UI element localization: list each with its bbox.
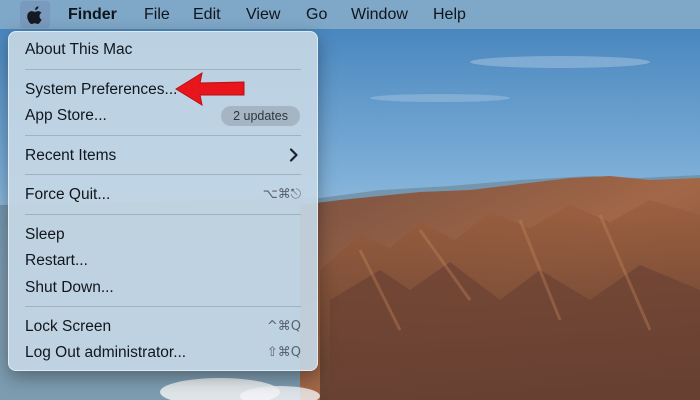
apple-menu-dropdown: About This Mac System Preferences... App… [8, 31, 318, 371]
menu-item-log-out[interactable]: Log Out administrator... ⇧⌘Q [9, 342, 317, 364]
menu-bar: Finder File Edit View Go Window Help [0, 0, 700, 29]
apple-menu-button[interactable] [20, 1, 50, 28]
menu-separator [25, 306, 301, 307]
red-arrow-icon [175, 71, 245, 107]
apple-logo-icon [27, 5, 42, 24]
menu-separator [25, 69, 301, 70]
menu-edit[interactable]: Edit [193, 6, 221, 24]
menu-item-recent-items[interactable]: Recent Items [9, 145, 317, 167]
menu-item-label: Lock Screen [25, 318, 112, 335]
menu-window[interactable]: Window [351, 6, 408, 24]
menu-item-lock-screen[interactable]: Lock Screen ^⌘Q [9, 316, 317, 338]
updates-badge: 2 updates [221, 106, 300, 126]
keyboard-shortcut: ⌥⌘⎋ [262, 187, 301, 202]
menu-item-label: Sleep [25, 226, 65, 243]
menu-item-force-quit[interactable]: Force Quit... ⌥⌘⎋ [9, 184, 317, 206]
menu-item-label: Recent Items [25, 147, 117, 164]
menu-item-about-this-mac[interactable]: About This Mac [9, 39, 317, 61]
menu-item-label: Force Quit... [25, 186, 111, 203]
menu-item-restart[interactable]: Restart... [9, 250, 317, 272]
menu-item-label: App Store... [25, 107, 107, 124]
menu-item-app-store[interactable]: App Store... 2 updates [9, 105, 317, 127]
menu-view[interactable]: View [246, 6, 280, 24]
keyboard-shortcut: ⇧⌘Q [266, 345, 301, 360]
menu-file[interactable]: File [144, 6, 170, 24]
keyboard-shortcut: ^⌘Q [266, 319, 301, 334]
menu-item-label: About This Mac [25, 41, 133, 58]
chevron-right-icon [289, 148, 298, 162]
menu-help[interactable]: Help [433, 6, 466, 24]
menu-item-label: Log Out administrator... [25, 344, 187, 361]
menu-item-label: Shut Down... [25, 279, 114, 296]
menu-item-label: Restart... [25, 252, 88, 269]
menu-separator [25, 214, 301, 215]
menu-finder[interactable]: Finder [68, 6, 117, 24]
menu-item-sleep[interactable]: Sleep [9, 224, 317, 246]
menu-separator [25, 135, 301, 136]
menu-separator [25, 174, 301, 175]
menu-item-shut-down[interactable]: Shut Down... [9, 277, 317, 299]
menu-item-label: System Preferences... [25, 81, 178, 98]
menu-go[interactable]: Go [306, 6, 327, 24]
menu-item-system-preferences[interactable]: System Preferences... [9, 79, 317, 101]
